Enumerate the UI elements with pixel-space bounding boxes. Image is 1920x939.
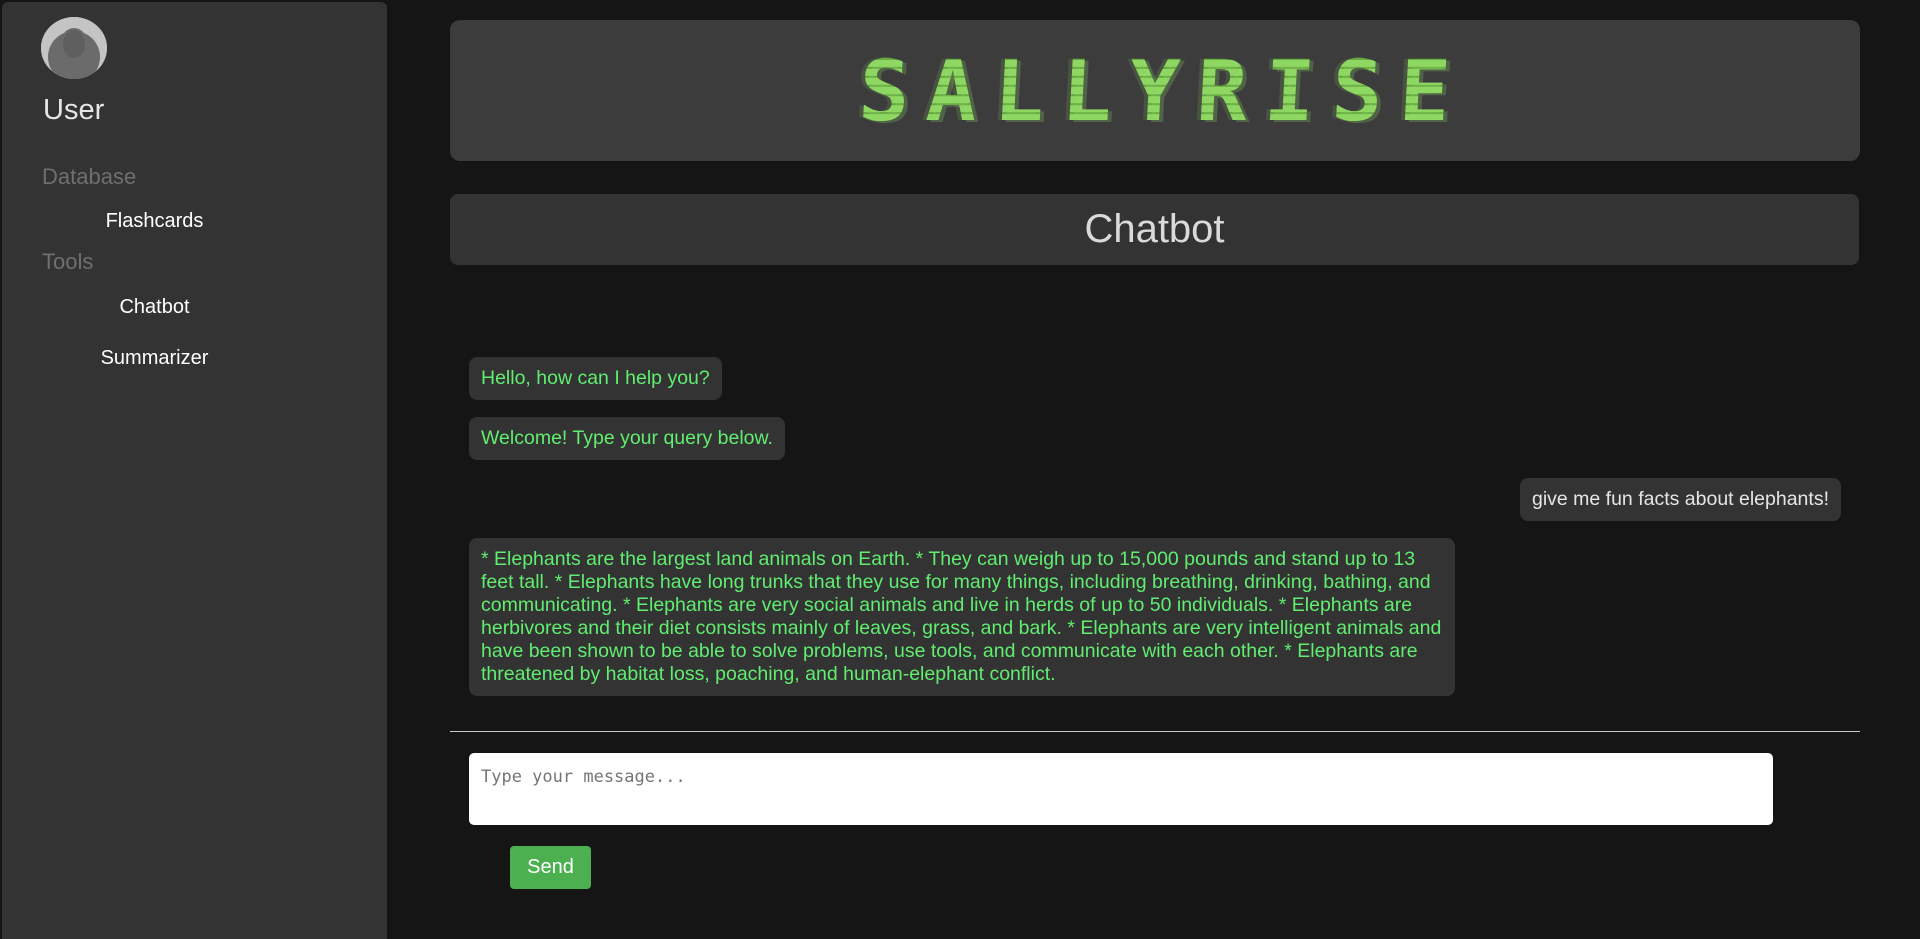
logo-banner: SALLYRISE	[450, 20, 1860, 161]
bot-message: * Elephants are the largest land animals…	[469, 538, 1455, 696]
bot-message: Welcome! Type your query below.	[469, 417, 785, 460]
bot-message: Hello, how can I help you?	[469, 357, 722, 400]
sidebar-item-summarizer[interactable]: Summarizer	[2, 347, 307, 370]
user-silhouette-icon	[41, 17, 107, 79]
page-title-bar: Chatbot	[450, 194, 1859, 265]
avatar[interactable]	[41, 17, 107, 79]
page-title: Chatbot	[1084, 207, 1225, 251]
section-label-tools: Tools	[42, 249, 94, 274]
message-input[interactable]	[469, 753, 1773, 825]
section-label-database: Database	[42, 164, 137, 189]
sidebar: User Database Flashcards Tools Chatbot S…	[2, 2, 387, 939]
sidebar-item-chatbot[interactable]: Chatbot	[2, 296, 307, 319]
sidebar-item-flashcards[interactable]: Flashcards	[2, 210, 307, 233]
user-message: give me fun facts about elephants!	[1519, 478, 1841, 521]
send-button[interactable]: Send	[510, 846, 591, 889]
divider	[450, 731, 1860, 732]
user-name: User	[43, 94, 105, 126]
app-logo: SALLYRISE	[840, 42, 1470, 140]
